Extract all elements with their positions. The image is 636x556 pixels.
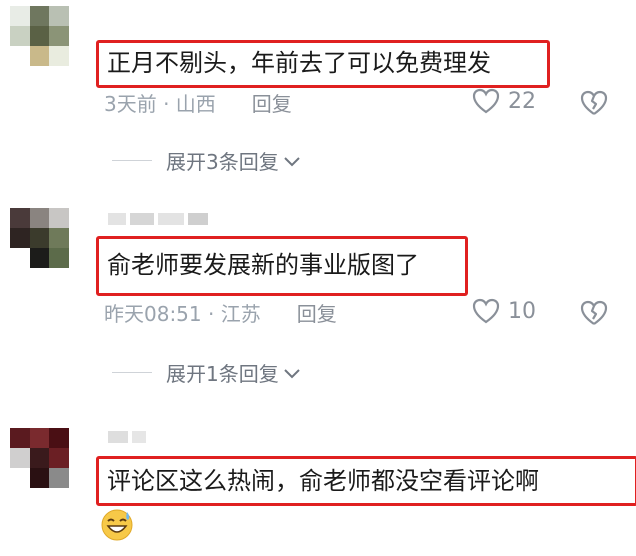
username-blurred [108,430,146,444]
chevron-down-icon [284,156,300,166]
divider-line [112,372,152,373]
comment-text: 俞老师要发展新的事业版图了 [96,236,468,296]
divider-line [112,160,152,161]
like-count: 10 [508,298,536,324]
time-location: 昨天08:51 · 江苏 [104,302,261,326]
broken-heart-icon [580,90,608,115]
avatar[interactable] [10,428,88,488]
reply-button[interactable]: 回复 [252,92,292,116]
comment-meta: 3天前 · 山西 回复 [104,92,292,116]
grinning-sweat-emoji [101,509,133,541]
time-location: 3天前 · 山西 [104,92,216,116]
username-blurred [108,212,208,226]
expand-replies[interactable]: 展开1条回复 [112,358,301,387]
like-count: 22 [508,88,536,114]
avatar[interactable] [10,208,88,268]
like-button[interactable]: 22 [472,88,536,114]
broken-heart-icon [580,300,608,325]
dislike-button[interactable] [580,300,608,330]
like-button[interactable]: 10 [472,298,536,324]
comment-text: 评论区这么热闹，俞老师都没空看评论啊 [96,456,636,506]
expand-replies[interactable]: 展开3条回复 [112,146,301,175]
avatar[interactable] [10,6,88,66]
heart-icon [472,298,500,324]
dislike-button[interactable] [580,90,608,120]
reply-button[interactable]: 回复 [297,302,337,326]
comment-meta: 昨天08:51 · 江苏 回复 [104,302,337,326]
comment-text: 正月不剔头，年前去了可以免费理发 [96,40,550,88]
heart-icon [472,88,500,114]
chevron-down-icon [284,368,300,378]
